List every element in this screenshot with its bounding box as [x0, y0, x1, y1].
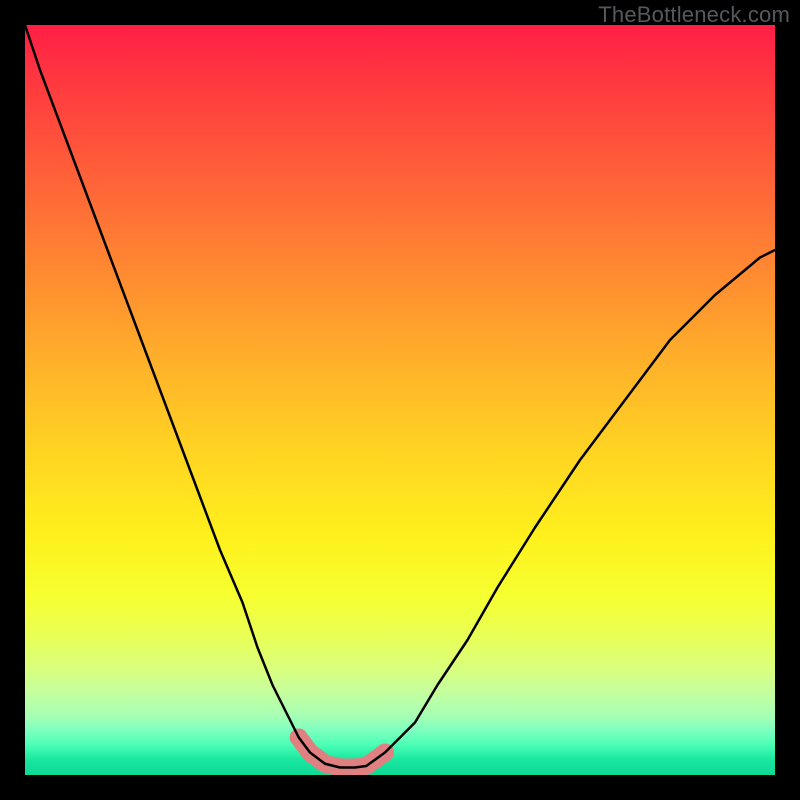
- bottleneck-curve: [25, 25, 775, 768]
- curve-layer: [25, 25, 775, 775]
- watermark: TheBottleneck.com: [598, 2, 790, 28]
- plot-area: [25, 25, 775, 775]
- chart-frame: TheBottleneck.com: [0, 0, 800, 800]
